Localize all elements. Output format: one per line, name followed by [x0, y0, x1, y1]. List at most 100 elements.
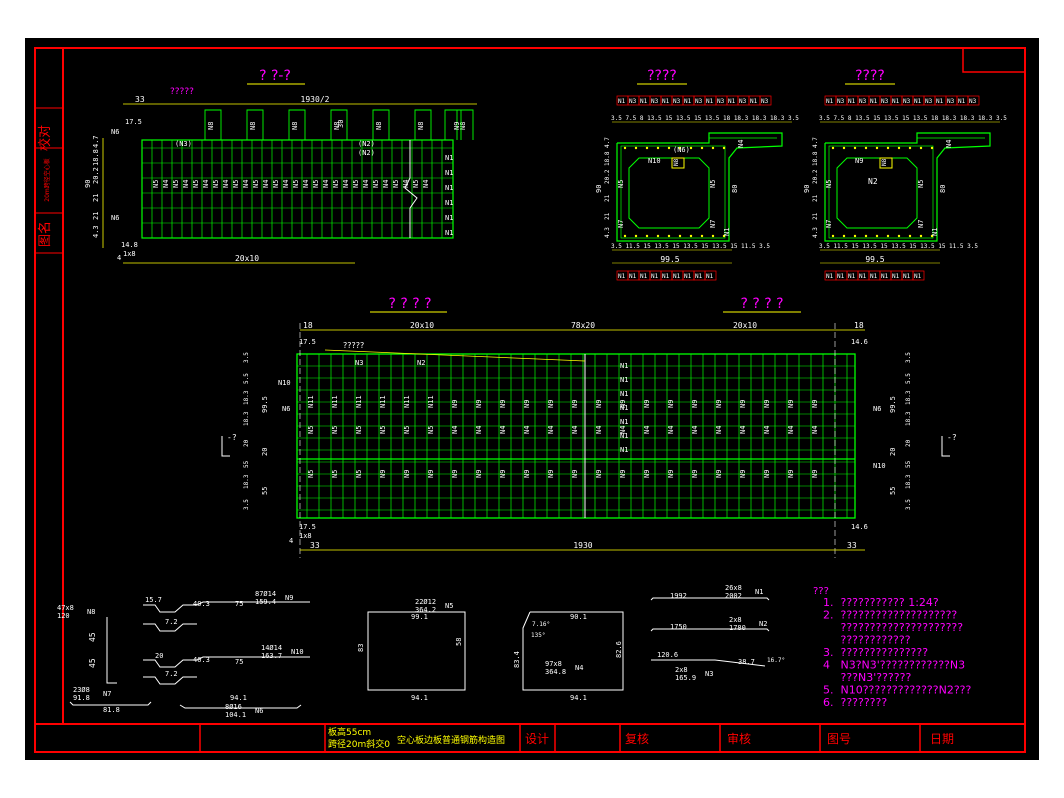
- elevation-bar-label: N4: [382, 180, 390, 188]
- plan-outline: [296, 353, 856, 519]
- section-bar-dot: [634, 234, 638, 238]
- section-tag-label: N1: [629, 273, 637, 280]
- section-left-dim: 20.2: [812, 169, 819, 184]
- plan-dim-146-b: 14.6: [851, 523, 868, 531]
- cad-viewport[interactable]: 校对 20m跨径空心板 图名 板高55cm 跨径20m斜交0 空心板边板普通钢筋…: [25, 38, 1039, 760]
- plan-bar-label: N5: [331, 426, 339, 434]
- elevation-dim-148: 14.8: [121, 241, 138, 249]
- plan-bar-label: N4: [451, 426, 459, 434]
- plan-dim-top-left: 20x10: [410, 321, 434, 330]
- plan-bar-label: N5: [307, 470, 315, 478]
- note-line: 4 N3?N3'????????????N3: [823, 659, 965, 672]
- section-bar-dot: [689, 234, 693, 238]
- elevation-n1-label: N1: [445, 229, 453, 237]
- section-bar-dot: [667, 234, 671, 238]
- plan-bar-label: N4: [739, 426, 747, 434]
- section1-title: ????: [647, 68, 677, 84]
- plan-right-dim: 3.5: [905, 352, 912, 363]
- section-dim-80: 80: [939, 185, 947, 193]
- side-label-top: 校对: [37, 125, 53, 151]
- n7-len: 81.8: [103, 706, 120, 714]
- elevation-bar-label: N4: [362, 180, 370, 188]
- section-tag-label: N1: [662, 273, 670, 280]
- section-n8-label: N8: [881, 158, 888, 166]
- plan-bar-label: N4: [595, 426, 603, 434]
- section-bar-dot: [842, 146, 846, 150]
- bar-length-n8: 120: [57, 612, 70, 620]
- plan-bar-label: N9: [667, 470, 675, 478]
- plan-bar-label: N4: [499, 426, 507, 434]
- section-bar-dot: [700, 234, 704, 238]
- section-n5-label: N5: [617, 180, 625, 188]
- elevation-left-dim: 18.8: [92, 149, 100, 166]
- elevation-bar-label: N5: [252, 180, 260, 188]
- section-n7-label: N7: [825, 220, 833, 228]
- bar-label-n6: N6: [255, 707, 263, 715]
- plan-bar-label: N5: [379, 426, 387, 434]
- elevation-bar-label: N5: [372, 180, 380, 188]
- n9-b: 7.2: [165, 618, 178, 626]
- elevation-dim-90: 90: [84, 180, 92, 188]
- drawing-title: 空心板边板普通钢筋构造图: [397, 734, 505, 746]
- plan-bar-label: N4: [643, 426, 651, 434]
- n3-len: 120.6: [657, 651, 678, 659]
- section-left-dim: 4.7: [812, 137, 819, 148]
- plan-n10-label: N10: [873, 462, 886, 470]
- section-left-dim: 18.8: [604, 151, 611, 166]
- section-bar-dot: [908, 234, 912, 238]
- plan-bar-label: N9: [451, 470, 459, 478]
- bar-label-n9: N9: [285, 594, 293, 602]
- plan-right-dim: 5.5: [905, 373, 912, 384]
- section-tag-label: N1: [640, 98, 648, 105]
- note-line: 1. ??????????? 1:24?: [823, 596, 939, 609]
- section2-n9: N9: [855, 157, 863, 165]
- section-top-dims: 3.5 7.5 8 13.5 15 13.5 15 13.5 18 18.3 1…: [819, 115, 1007, 122]
- elevation-left-dim: 4.7: [92, 135, 100, 148]
- title-left-line1: 板高55cm: [328, 726, 371, 738]
- section-tag-label: N1: [684, 273, 692, 280]
- n4-ang1: 135°: [531, 632, 545, 639]
- bar-qty-n8: 47x8: [57, 604, 74, 612]
- notes-list: 1. ??????????? 1:24?2. ?????????????????…: [823, 596, 972, 709]
- plan-bar-label: N5: [427, 426, 435, 434]
- section-tag-label: N3: [903, 98, 911, 105]
- plan-bar-label: N9: [643, 400, 651, 408]
- elevation-n1-label: N1: [445, 169, 453, 177]
- n9-a: 15.7: [145, 596, 162, 604]
- elevation-left-dim: 21: [92, 194, 100, 202]
- section-tag-label: N1: [618, 273, 626, 280]
- plan-dim-bottom: 1930: [573, 541, 592, 550]
- section-bar-dot: [930, 146, 934, 150]
- section-n7-label: N7: [709, 220, 717, 228]
- bar-label-n2: N2: [759, 620, 767, 628]
- section-tag-label: N1: [892, 273, 900, 280]
- section-tag-label: N1: [826, 273, 834, 280]
- elevation-left-dim: 4.3: [92, 225, 100, 238]
- cut-mark-label-left: -?: [227, 433, 237, 442]
- section-tag-label: N1: [903, 273, 911, 280]
- section-bottom-dims: 3.5 11.5 15 13.5 15 13.5 15 13.5 15 11.5…: [819, 243, 978, 250]
- n4-r: 82.6: [615, 641, 623, 658]
- plan-left-dim: 3.5: [243, 352, 250, 363]
- section-dim-80: 80: [731, 185, 739, 193]
- elevation-bar-label: N5: [332, 180, 340, 188]
- section-tag-label: N1: [728, 98, 736, 105]
- section-left-dim: 21: [604, 212, 611, 220]
- bar-label-n5: N5: [445, 602, 453, 610]
- note-line: 5. N10?????????????N2???: [823, 684, 972, 697]
- plan-n1-label: N1: [620, 432, 628, 440]
- section-left-dim: 18.8: [812, 151, 819, 166]
- elevation-bar-label: N5: [192, 180, 200, 188]
- plan-dim-20: 20: [261, 448, 269, 456]
- plan-dim-995: 99.5: [261, 396, 269, 413]
- plan-left-dim: 3.5: [243, 499, 250, 510]
- bar-qty-n1: 26x8: [725, 584, 742, 592]
- section-tag-label: N3: [673, 98, 681, 105]
- cut-mark-label-right: -?: [947, 433, 957, 442]
- section-tag-label: N3: [739, 98, 747, 105]
- section-bottom-dims: 3.5 11.5 15 13.5 15 13.5 15 13.5 15 11.5…: [611, 243, 770, 250]
- plan-bar-label: N11: [307, 395, 315, 408]
- n8-len-b: 45: [88, 658, 97, 668]
- section-bar-dot: [623, 234, 627, 238]
- section-n5-label: N5: [825, 180, 833, 188]
